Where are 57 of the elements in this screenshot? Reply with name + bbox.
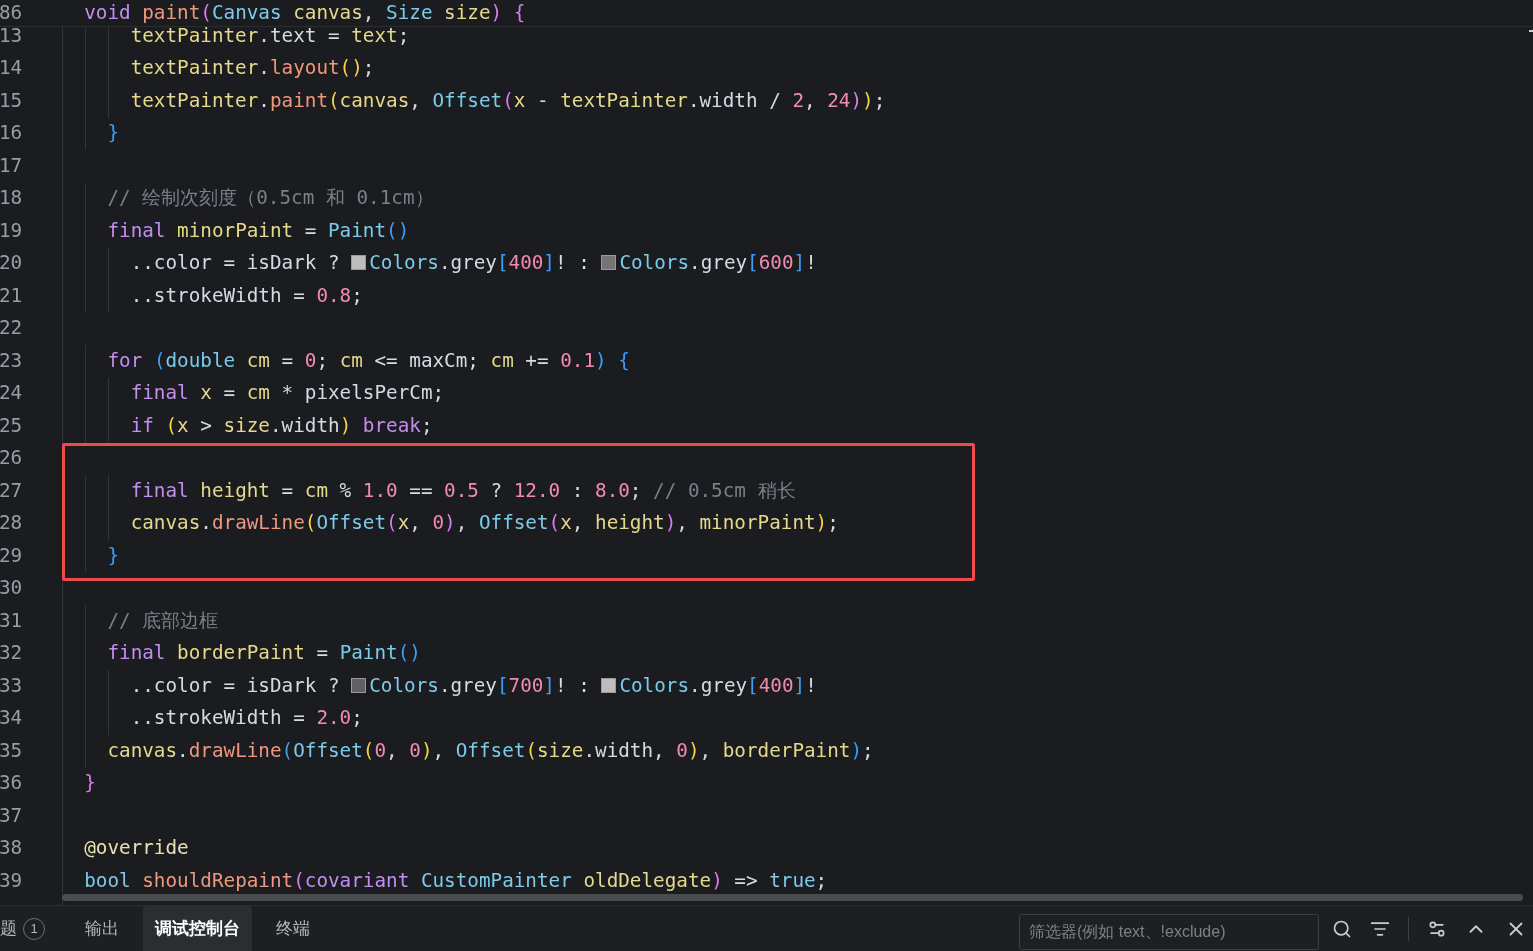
code-line: ..color = isDark ? Colors.grey[400]! : Colors.grey[600]! — [129, 250, 817, 277]
panel-tab[interactable]: 输出 — [73, 906, 131, 951]
line-number: 34 — [0, 705, 24, 732]
line-number: 16 — [0, 120, 24, 147]
code-line: void paint(Canvas canvas, Size size) { — [83, 0, 526, 26]
line-number: 36 — [0, 770, 24, 797]
code-line: bool shouldRepaint(covariant CustomPainter oldDelegate) => true; — [83, 867, 828, 894]
code-line: final borderPaint = Paint() — [106, 640, 421, 667]
code-line: textPainter.layout(); — [129, 55, 375, 82]
line-number: 29 — [0, 542, 24, 569]
line-number: 21 — [0, 282, 24, 309]
code-line: ..strokeWidth = 0.8; — [129, 282, 363, 309]
line-number: 28 — [0, 510, 24, 537]
panel-tab[interactable]: 调试控制台 — [143, 906, 252, 951]
panel-tab[interactable]: 题 1 — [0, 906, 73, 951]
scrollbar-thumb[interactable] — [62, 894, 1523, 901]
code-line: if (x > size.width) break; — [129, 412, 433, 439]
filter-field[interactable]: 筛选器(例如 text、!exclude) — [1019, 913, 1319, 950]
scroll-marker — [1529, 30, 1533, 32]
line-number: 38 — [0, 835, 24, 862]
code-line: } — [106, 542, 120, 569]
line-number: 22 — [0, 315, 24, 342]
panel-tab[interactable]: 终端 — [264, 906, 322, 951]
code-line: textPainter.text = text; — [129, 23, 410, 49]
code-line: @override — [83, 835, 189, 862]
code-line: } — [83, 770, 96, 797]
code-line: final x = cm * pixelsPerCm; — [129, 380, 445, 407]
code-line: final height = cm % 1.0 == 0.5 ? 12.0 : 8.0; // 0.5cm 稍长 — [129, 477, 796, 504]
line-number: 37 — [0, 802, 24, 829]
line-number: 20 — [0, 250, 24, 277]
code-line: canvas.drawLine(Offset(x, 0), Offset(x, height), minorPaint); — [129, 510, 839, 537]
code-line: ..color = isDark ? Colors.grey[700]! : Colors.grey[400]! — [129, 672, 817, 699]
line-number: 23 — [0, 347, 24, 374]
code-line: final minorPaint = Paint() — [106, 217, 410, 244]
code-line: ..strokeWidth = 2.0; — [129, 705, 363, 732]
code-line: // 绘制次刻度（0.5cm 和 0.1cm） — [106, 185, 434, 212]
line-number: 14 — [0, 55, 24, 82]
line-number: 15 — [0, 87, 24, 114]
line-number: 39 — [0, 867, 24, 894]
line-number: 32 — [0, 640, 24, 667]
code-line: } — [106, 120, 120, 147]
code-line: textPainter.paint(canvas, Offset(x - textPainter.width / 2, 24)); — [129, 87, 886, 114]
line-number: 18 — [0, 185, 24, 212]
line-number: 26 — [0, 445, 24, 472]
line-number: 24 — [0, 380, 24, 407]
search-icon[interactable] — [1332, 918, 1352, 939]
code-line: // 底部边框 — [106, 607, 219, 634]
line-number: 31 — [0, 607, 24, 634]
line-number: 25 — [0, 412, 24, 439]
line-number: 30 — [0, 575, 24, 602]
code-line: canvas.drawLine(Offset(0, 0), Offset(size.width, 0), borderPaint); — [106, 737, 874, 764]
line-number: 33 — [0, 672, 24, 699]
line-number: 19 — [0, 217, 24, 244]
code-line: for (double cm = 0; cm <= maxCm; cm += 0.1) { — [106, 347, 630, 374]
line-number: 27 — [0, 477, 24, 504]
line-number: 17 — [0, 152, 24, 179]
line-number: 35 — [0, 737, 24, 764]
